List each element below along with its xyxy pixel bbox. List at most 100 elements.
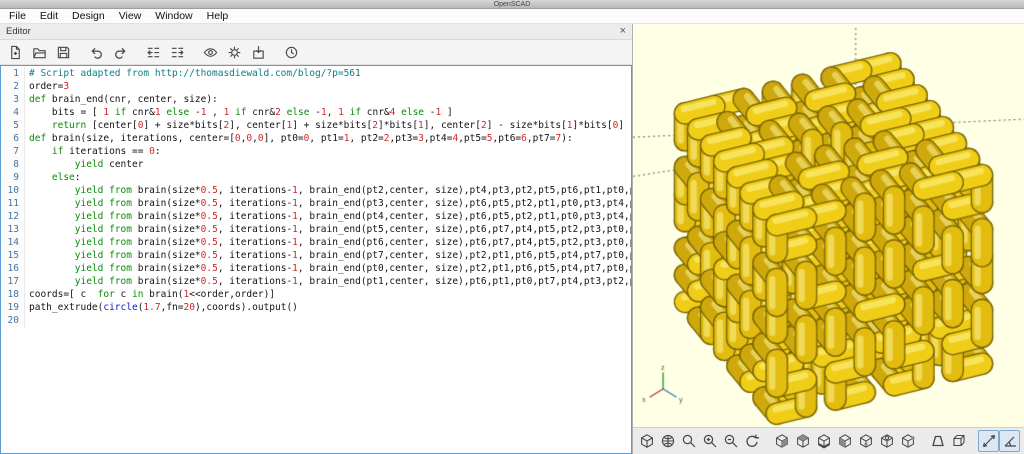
code-text: def brain_end(cnr, center, size): <box>29 94 218 105</box>
orthogonal-icon <box>951 433 967 449</box>
line-number: 19 <box>1 301 25 314</box>
code-text: if iterations == 0: <box>51 146 161 157</box>
new-file-icon <box>8 45 23 60</box>
zoom-out-button[interactable] <box>720 430 741 452</box>
code-line[interactable]: 10 yield from brain(size*0.5, iterations… <box>1 184 631 197</box>
view-right-icon <box>774 433 790 449</box>
view-bottom-button[interactable] <box>813 430 834 452</box>
animate-icon <box>284 45 299 60</box>
code-line[interactable]: 13 yield from brain(size*0.5, iterations… <box>1 223 631 236</box>
unindent-icon <box>146 45 161 60</box>
view-top-button[interactable] <box>792 430 813 452</box>
line-number: 3 <box>1 93 25 106</box>
code-line[interactable]: 11 yield from brain(size*0.5, iterations… <box>1 197 631 210</box>
code-line[interactable]: 7 if iterations == 0: <box>1 145 631 158</box>
view-diagonal-icon <box>900 433 916 449</box>
code-text: yield from brain(size*0.5, iterations-1,… <box>74 224 632 235</box>
editor-toolbar <box>0 40 632 65</box>
line-number: 20 <box>1 314 25 327</box>
code-line[interactable]: 19 path_extrude(circle(1.7,fn=20),coords)… <box>1 301 631 314</box>
rotate-view-icon <box>744 433 760 449</box>
measure-angle-icon <box>1002 433 1018 449</box>
reset-view-button[interactable] <box>657 430 678 452</box>
code-line[interactable]: 12 yield from brain(size*0.5, iterations… <box>1 210 631 223</box>
code-line[interactable]: 1 # Script adapted from http://thomasdiew… <box>1 67 631 80</box>
menu-help[interactable]: Help <box>200 9 236 23</box>
line-number: 1 <box>1 67 25 80</box>
view-right-button[interactable] <box>771 430 792 452</box>
new-file-button[interactable] <box>4 42 26 63</box>
code-text: # Script adapted from http://thomasdiewa… <box>29 68 361 79</box>
code-editor[interactable]: 1 # Script adapted from http://thomasdiew… <box>0 65 632 454</box>
perspective-button[interactable] <box>927 430 948 452</box>
menu-design[interactable]: Design <box>65 9 112 23</box>
line-number: 11 <box>1 197 25 210</box>
animate-button[interactable] <box>280 42 302 63</box>
menu-window[interactable]: Window <box>148 9 199 23</box>
code-text: return [center[0] + size*bits[2], center… <box>51 120 631 131</box>
editor-panel-title: Editor <box>6 26 31 37</box>
code-line[interactable]: 6 def brain(size, iterations, center=[0,0… <box>1 132 631 145</box>
rotate-view-button[interactable] <box>741 430 762 452</box>
line-number: 4 <box>1 106 25 119</box>
view-front-button[interactable] <box>855 430 876 452</box>
reset-view-icon <box>660 433 676 449</box>
preview-button[interactable] <box>199 42 221 63</box>
code-text: yield from brain(size*0.5, iterations-1,… <box>74 263 632 274</box>
line-number: 10 <box>1 184 25 197</box>
view-left-button[interactable] <box>834 430 855 452</box>
zoom-all-button[interactable] <box>678 430 699 452</box>
code-text: yield from brain(size*0.5, iterations-1,… <box>74 185 632 196</box>
code-line[interactable]: 9 else: <box>1 171 631 184</box>
indent-button[interactable] <box>166 42 188 63</box>
code-line[interactable]: 3 def brain_end(cnr, center, size): <box>1 93 631 106</box>
code-line[interactable]: 5 return [center[0] + size*bits[2], cent… <box>1 119 631 132</box>
view-front-icon <box>858 433 874 449</box>
viewport-panel <box>633 24 1024 454</box>
code-text: yield from brain(size*0.5, iterations-1,… <box>74 276 632 287</box>
menu-view[interactable]: View <box>112 9 149 23</box>
undo-button[interactable] <box>85 42 107 63</box>
open-button[interactable] <box>28 42 50 63</box>
view-diagonal-button[interactable] <box>897 430 918 452</box>
view-all-button[interactable] <box>636 430 657 452</box>
code-line[interactable]: 8 yield center <box>1 158 631 171</box>
code-line[interactable]: 15 yield from brain(size*0.5, iterations… <box>1 249 631 262</box>
orthogonal-button[interactable] <box>948 430 969 452</box>
code-line[interactable]: 2 order=3 <box>1 80 631 93</box>
code-line[interactable]: 20 <box>1 314 631 327</box>
redo-button[interactable] <box>109 42 131 63</box>
code-text: yield from brain(size*0.5, iterations-1,… <box>74 211 632 222</box>
measure-angle-button[interactable] <box>999 430 1020 452</box>
save-button[interactable] <box>52 42 74 63</box>
menu-file[interactable]: File <box>2 9 33 23</box>
code-line[interactable]: 17 yield from brain(size*0.5, iterations… <box>1 275 631 288</box>
menu-edit[interactable]: Edit <box>33 9 65 23</box>
viewport-canvas[interactable] <box>633 24 1024 428</box>
code-line[interactable]: 16 yield from brain(size*0.5, iterations… <box>1 262 631 275</box>
line-number: 7 <box>1 145 25 158</box>
code-line[interactable]: 18 coords=[ c for c in brain(1<<order,ord… <box>1 288 631 301</box>
measure-distance-button[interactable] <box>978 430 999 452</box>
code-line[interactable]: 14 yield from brain(size*0.5, iterations… <box>1 236 631 249</box>
view-back-button[interactable] <box>876 430 897 452</box>
unindent-button[interactable] <box>142 42 164 63</box>
editor-panel-header[interactable]: Editor × <box>0 24 632 40</box>
window-titlebar[interactable]: OpenSCAD <box>0 0 1024 9</box>
save-icon <box>56 45 71 60</box>
code-text: else: <box>51 172 81 183</box>
line-number: 16 <box>1 262 25 275</box>
render-button[interactable] <box>223 42 245 63</box>
close-icon[interactable]: × <box>620 26 626 37</box>
code-text: yield center <box>74 159 144 170</box>
window-title: OpenSCAD <box>493 0 531 8</box>
line-number: 6 <box>1 132 25 145</box>
line-number: 18 <box>1 288 25 301</box>
zoom-in-button[interactable] <box>699 430 720 452</box>
line-number: 14 <box>1 236 25 249</box>
export-stl-button[interactable] <box>247 42 269 63</box>
menubar: File Edit Design View Window Help <box>0 9 1024 24</box>
code-line[interactable]: 4 bits = [ 1 if cnr&1 else -1 , 1 if cnr… <box>1 106 631 119</box>
view-all-icon <box>639 433 655 449</box>
code-text: bits = [ 1 if cnr&1 else -1 , 1 if cnr&2… <box>29 107 453 118</box>
